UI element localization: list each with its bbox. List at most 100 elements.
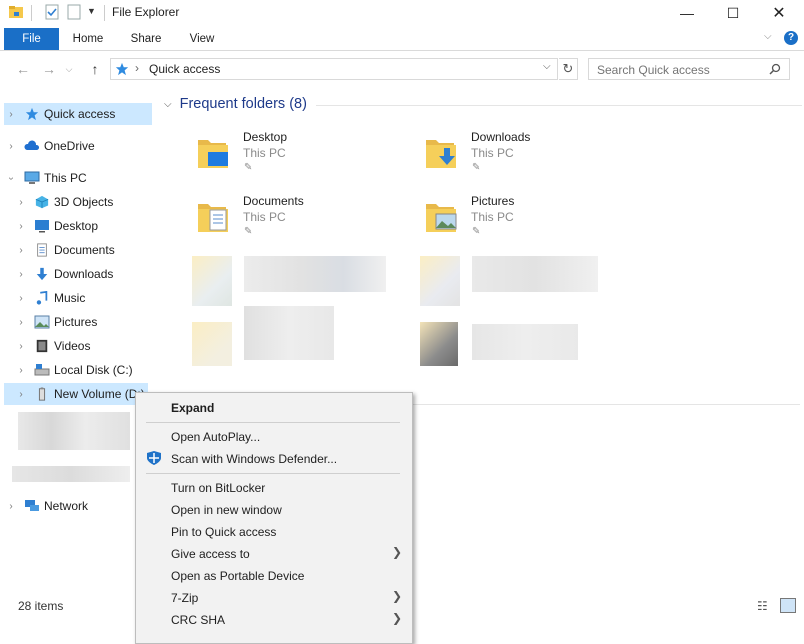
expand-chevron-icon[interactable]: › [14,293,28,304]
tab-view[interactable]: View [178,28,226,50]
blurred-item [472,256,598,292]
tab-share[interactable]: Share [122,28,170,50]
menu-item-crc-sha[interactable]: CRC SHA [171,613,225,627]
folder-tile-downloads[interactable]: Downloads This PC ✎ [424,128,624,178]
back-arrow-icon[interactable]: ← [14,60,32,78]
sidebar-item-label: Videos [54,339,91,353]
breadcrumb-separator-icon: › [135,61,139,75]
expand-chevron-icon[interactable]: › [14,269,28,280]
sidebar-item-videos[interactable]: › Videos [14,335,162,357]
sidebar-item-label: New Volume (D:) [54,387,145,401]
sidebar-item-pictures[interactable]: › Pictures [14,311,162,333]
divider [31,5,32,21]
sidebar-item-label: This PC [44,171,87,185]
sidebar-item-this-pc[interactable]: › This PC [4,167,152,189]
menu-item-7zip[interactable]: 7-Zip [171,591,198,605]
menu-separator [146,473,400,474]
blurred-folder [420,256,460,306]
sidebar-item-local-disk[interactable]: › Local Disk (C:) [14,359,162,381]
expand-chevron-icon[interactable]: › [14,197,28,208]
menu-item-scan-defender[interactable]: Scan with Windows Defender... [171,452,337,466]
document-icon [37,243,47,257]
refresh-button[interactable]: ↻ [559,58,578,80]
sidebar-item-network[interactable]: › Network [4,495,152,517]
up-arrow-icon[interactable]: ↑ [86,60,104,78]
collapse-chevron-icon[interactable]: ⌵ [164,99,172,110]
folder-tile-documents[interactable]: Documents This PC ✎ [196,192,396,242]
search-input[interactable] [595,61,767,79]
frequent-folders-header[interactable]: ⌵ Frequent folders (8) [164,96,307,112]
expand-chevron-icon[interactable]: › [14,317,28,328]
help-icon[interactable]: ? [784,31,798,45]
expand-chevron-icon[interactable]: › [14,245,28,256]
menu-item-bitlocker[interactable]: Turn on BitLocker [171,481,265,495]
expand-chevron-icon[interactable]: › [4,501,18,512]
address-bar[interactable]: › Quick access ⌵ [110,58,558,80]
tab-file[interactable]: File [4,28,59,50]
sidebar-item-onedrive[interactable]: › OneDrive [4,135,152,157]
folder-name: Pictures [471,194,515,208]
collapse-chevron-icon[interactable]: › [6,171,17,185]
blurred-folder [192,256,232,306]
sidebar-item-music[interactable]: › Music [14,287,162,309]
folder-location: This PC [243,210,286,224]
blurred-folder [420,322,458,366]
expand-chevron-icon[interactable]: › [14,341,28,352]
expand-chevron-icon[interactable]: › [4,141,18,152]
pin-icon: ✎ [472,226,481,237]
blurred-item [244,306,334,360]
sidebar-item-label: Quick access [44,107,116,121]
folder-tile-pictures[interactable]: Pictures This PC ✎ [424,192,624,242]
folder-name: Desktop [243,130,288,144]
folder-location: This PC [471,146,514,160]
desktop-folder-icon [198,140,228,168]
status-item-count: 28 items [18,599,64,613]
menu-item-give-access[interactable]: Give access to [171,547,250,561]
pin-icon: ✎ [244,162,253,173]
menu-item-open-new-window[interactable]: Open in new window [171,503,282,517]
menu-item-expand[interactable]: Expand [171,401,214,415]
expand-chevron-icon[interactable]: › [14,365,28,376]
minimize-button[interactable]: — [664,0,710,26]
close-button[interactable]: ✕ [756,0,802,26]
menu-item-open-autoplay[interactable]: Open AutoPlay... [171,430,260,444]
computer-icon [24,171,40,184]
search-box[interactable] [588,58,790,80]
sidebar-item-downloads[interactable]: › Downloads [14,263,162,285]
sidebar-item-label: OneDrive [44,139,95,153]
blurred-item [12,466,130,482]
search-icon[interactable] [769,63,781,75]
menu-item-open-portable[interactable]: Open as Portable Device [171,569,304,583]
expand-chevron-icon[interactable]: › [14,389,28,400]
customize-toolbar-icon[interactable]: ▼ [87,6,96,16]
submenu-arrow-icon: ❯ [391,589,402,603]
sidebar-item-label: Documents [54,243,115,257]
properties-icon[interactable] [44,4,60,20]
sidebar-item-new-volume[interactable]: › New Volume (D:) [4,383,148,405]
folder-icon[interactable] [8,4,24,20]
video-icon [36,339,48,353]
forward-arrow-icon[interactable]: → [40,60,58,78]
windows-defender-icon [147,451,161,465]
cloud-icon [24,140,40,150]
sidebar-item-desktop[interactable]: › Desktop [14,215,162,237]
tab-home[interactable]: Home [64,28,112,50]
expand-chevron-icon[interactable]: › [4,109,18,120]
expand-chevron-icon[interactable]: › [14,221,28,232]
folder-tile-desktop[interactable]: Desktop This PC ✎ [196,128,396,178]
large-icons-view-icon[interactable] [780,598,796,613]
details-view-icon[interactable]: ☷ [757,599,768,613]
maximize-button[interactable]: ☐ [710,0,756,26]
address-dropdown-icon[interactable]: ⌵ [543,61,551,72]
divider [104,5,105,21]
sidebar-item-quick-access[interactable]: › Quick access [4,103,152,125]
expand-ribbon-icon[interactable]: ⌵ [764,31,772,42]
menu-item-pin-quick-access[interactable]: Pin to Quick access [171,525,276,539]
pin-icon: ✎ [472,162,481,173]
sidebar-item-3d-objects[interactable]: › 3D Objects [14,191,162,213]
recent-locations-icon[interactable]: ⌵ [60,60,78,78]
breadcrumb-location[interactable]: Quick access [149,62,220,76]
new-folder-icon[interactable] [66,4,82,20]
network-icon [25,500,39,511]
sidebar-item-documents[interactable]: › Documents [14,239,162,261]
